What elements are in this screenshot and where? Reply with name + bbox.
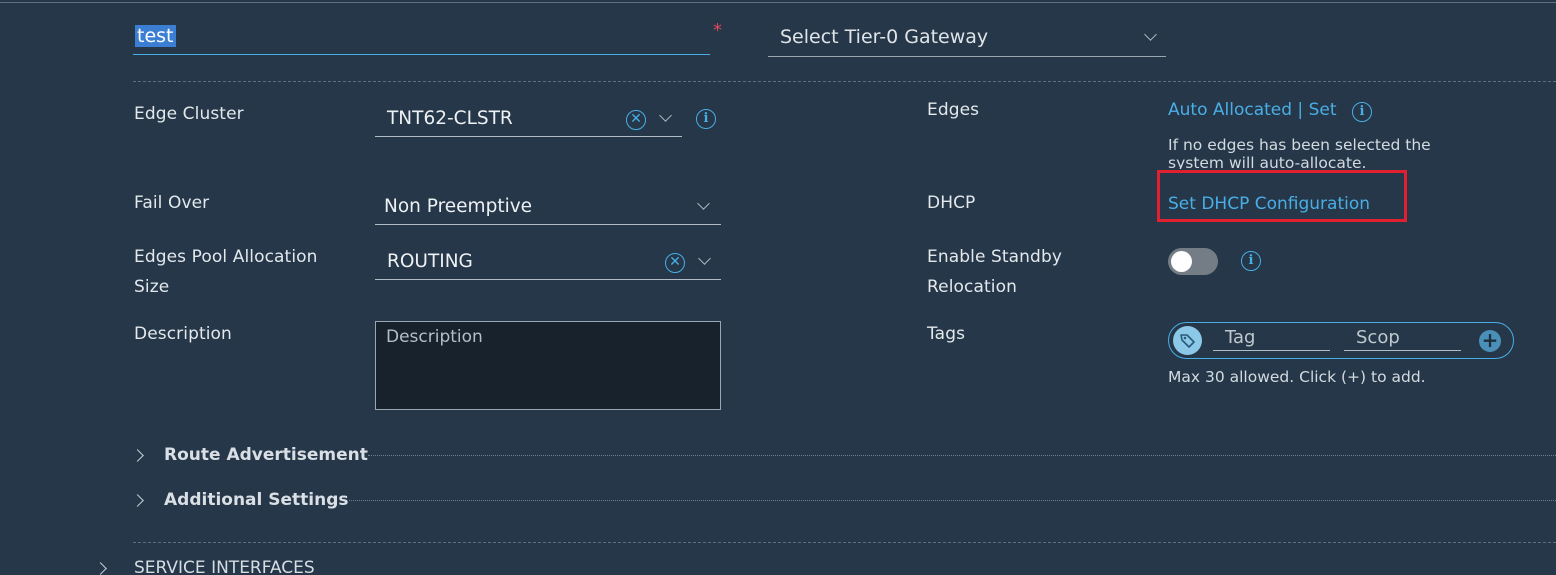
fail-over-label: Fail Over — [134, 193, 210, 213]
service-interfaces-section[interactable]: SERVICE INTERFACES — [134, 558, 315, 575]
scope-input[interactable]: Scop — [1344, 323, 1461, 351]
tag-placeholder: Tag — [1225, 327, 1256, 348]
tags-label: Tags — [927, 324, 966, 344]
tier0-placeholder: Select Tier-0 Gateway — [780, 26, 989, 48]
standby-label: Enable Standby — [927, 247, 1063, 267]
edge-cluster-value: TNT62-CLSTR — [387, 108, 513, 129]
chevron-down-icon[interactable] — [659, 109, 672, 122]
tag-input[interactable]: Tag — [1213, 323, 1330, 351]
info-icon[interactable]: i — [1241, 251, 1261, 271]
gateway-name-input[interactable]: test — [133, 18, 710, 55]
additional-settings-section[interactable]: Additional Settings — [164, 490, 349, 510]
edges-pool-label-size: Size — [134, 277, 170, 297]
section-divider — [133, 542, 1556, 543]
description-textarea[interactable]: Description — [375, 321, 721, 410]
fail-over-select[interactable]: Non Preemptive — [375, 188, 721, 225]
edges-pool-value: ROUTING — [387, 251, 473, 272]
clear-icon[interactable]: ✕ — [626, 110, 646, 130]
chevron-down-icon — [697, 197, 710, 210]
edges-hint-line2: system will auto-allocate. — [1168, 154, 1367, 169]
edge-cluster-select[interactable]: TNT62-CLSTR ✕ — [375, 100, 682, 137]
scope-placeholder: Scop — [1356, 327, 1400, 348]
edges-pool-label: Edges Pool Allocation — [134, 247, 318, 267]
tags-hint: Max 30 allowed. Click (+) to add. — [1168, 368, 1426, 386]
edge-cluster-label: Edge Cluster — [134, 104, 244, 124]
section-divider — [133, 81, 1556, 82]
section-divider — [368, 455, 1556, 456]
toggle-knob — [1171, 251, 1192, 272]
info-icon[interactable]: i — [1352, 102, 1372, 122]
description-label: Description — [134, 324, 232, 344]
tags-input-group: Tag Scop + — [1168, 322, 1514, 359]
chevron-down-icon — [1144, 28, 1157, 41]
chevron-right-icon[interactable] — [94, 562, 107, 575]
name-value-selected: test — [135, 25, 176, 47]
chevron-right-icon[interactable] — [131, 449, 144, 462]
edges-hint-line1: If no edges has been selected the — [1168, 136, 1431, 154]
required-marker: * — [713, 20, 722, 41]
chevron-down-icon[interactable] — [698, 252, 711, 265]
standby-relocation-toggle[interactable] — [1168, 248, 1218, 275]
edges-pool-select[interactable]: ROUTING ✕ — [375, 243, 721, 280]
dhcp-label: DHCP — [927, 193, 976, 213]
add-tag-icon[interactable]: + — [1479, 330, 1501, 352]
tag-icon — [1173, 326, 1202, 355]
description-placeholder: Description — [386, 327, 483, 347]
clear-icon[interactable]: ✕ — [665, 253, 685, 273]
chevron-right-icon[interactable] — [131, 494, 144, 507]
section-divider — [349, 500, 1556, 501]
edges-auto-allocated-link[interactable]: Auto Allocated | Set — [1168, 100, 1336, 120]
standby-label-relocation: Relocation — [927, 277, 1017, 297]
tier0-gateway-select[interactable]: Select Tier-0 Gateway — [768, 18, 1166, 57]
info-icon[interactable]: i — [696, 109, 716, 129]
top-divider — [0, 2, 1556, 3]
set-dhcp-configuration-link[interactable]: Set DHCP Configuration — [1168, 194, 1370, 214]
fail-over-value: Non Preemptive — [384, 196, 533, 217]
route-advertisement-section[interactable]: Route Advertisement — [164, 445, 368, 465]
edges-label: Edges — [927, 100, 980, 120]
